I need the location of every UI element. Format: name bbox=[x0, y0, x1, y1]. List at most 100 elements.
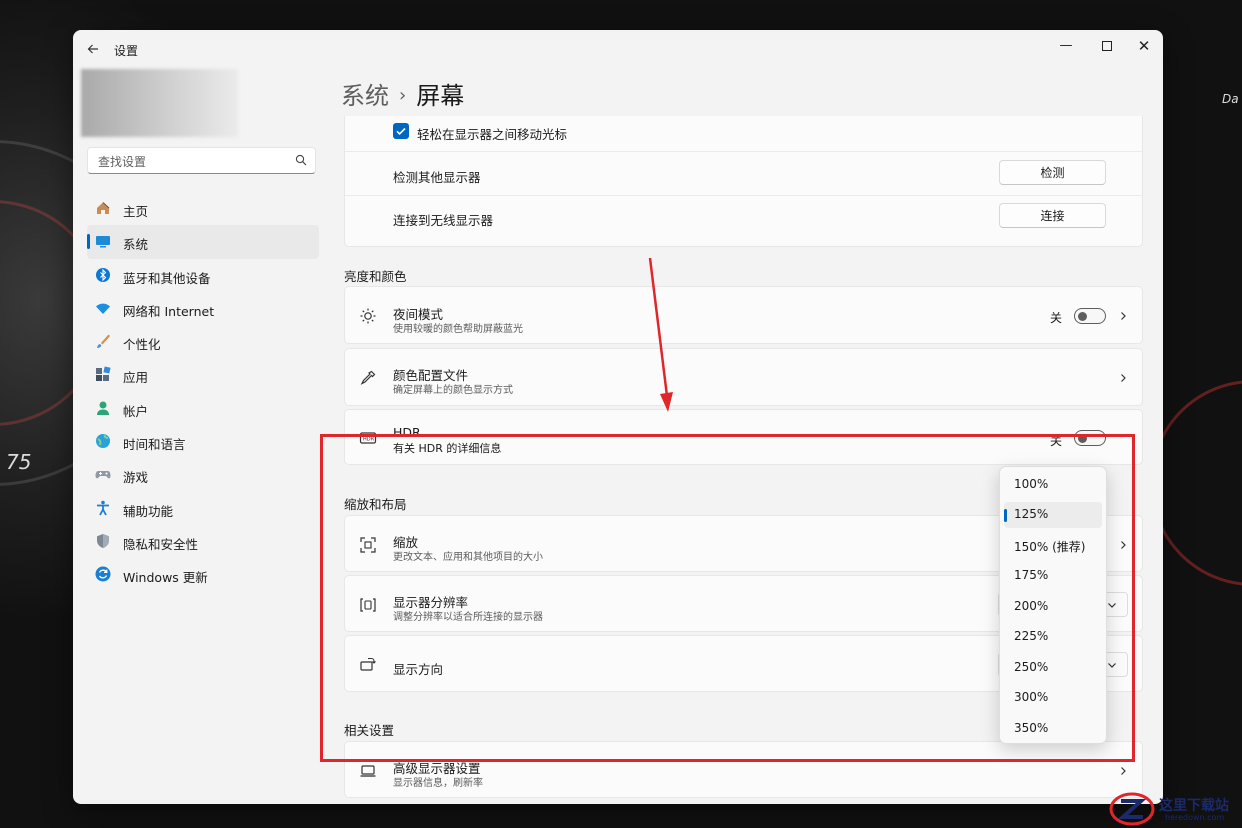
scale-option-label: 175% bbox=[1014, 568, 1049, 582]
back-button[interactable] bbox=[83, 39, 103, 59]
scale-option[interactable]: 200% bbox=[1004, 594, 1102, 620]
breadcrumb-parent[interactable]: 系统 bbox=[341, 82, 389, 110]
sidebar-item-label: 帐户 bbox=[123, 403, 149, 419]
scale-option[interactable]: 150% (推荐) bbox=[1004, 533, 1102, 559]
sidebar-item-label: 隐私和安全性 bbox=[123, 536, 199, 552]
scale-option-label: 225% bbox=[1014, 629, 1049, 643]
connect-button[interactable]: 连接 bbox=[999, 203, 1106, 228]
sidebar-item-system[interactable]: 系统 bbox=[87, 225, 319, 259]
scale-option[interactable]: 250% bbox=[1004, 655, 1102, 681]
close-button[interactable]: ✕ bbox=[1126, 34, 1162, 58]
night-light-row[interactable]: 夜间模式 使用较暖的颜色帮助屏蔽蓝光 关 bbox=[344, 286, 1143, 344]
hdr-description: 有关 HDR 的详细信息 bbox=[393, 442, 502, 455]
scale-option-label: 125% bbox=[1014, 507, 1049, 521]
site-watermark: 这里下载站 heredown.com bbox=[1107, 789, 1242, 828]
display-orientation-label: 显示方向 bbox=[393, 662, 444, 677]
scale-option-label: 300% bbox=[1014, 690, 1049, 704]
wallpaper-decor-text: 75 bbox=[6, 450, 32, 474]
chevron-right-icon bbox=[1121, 767, 1126, 775]
hdr-toggle[interactable] bbox=[1074, 430, 1106, 446]
chevron-right-icon bbox=[1121, 374, 1126, 382]
scale-option-selected[interactable]: 125% bbox=[1004, 502, 1102, 528]
search-icon bbox=[295, 154, 307, 166]
sidebar-item-bluetooth[interactable]: 蓝牙和其他设备 bbox=[87, 259, 319, 292]
sidebar-nav: 主页 系统 蓝牙和其他设备 网络和 Internet 个性化 应用 帐户 时间和… bbox=[87, 192, 319, 592]
sidebar-item-windows-update[interactable]: Windows 更新 bbox=[87, 558, 319, 591]
sidebar-item-privacy[interactable]: 隐私和安全性 bbox=[87, 525, 319, 558]
scale-option[interactable]: 300% bbox=[1004, 685, 1102, 711]
hdr-label: HDR bbox=[393, 425, 421, 440]
sidebar-item-gaming[interactable]: 游戏 bbox=[87, 458, 319, 491]
related-section-title: 相关设置 bbox=[344, 723, 395, 738]
checkmark-icon bbox=[396, 127, 406, 136]
color-profile-description: 确定屏幕上的颜色显示方式 bbox=[393, 385, 513, 396]
scale-option[interactable]: 350% bbox=[1004, 716, 1102, 742]
search-input[interactable] bbox=[96, 152, 290, 171]
sidebar-item-accounts[interactable]: 帐户 bbox=[87, 392, 319, 425]
maximize-button[interactable] bbox=[1089, 34, 1125, 58]
sidebar-item-label: 时间和语言 bbox=[123, 437, 186, 453]
sidebar-item-accessibility[interactable]: 辅助功能 bbox=[87, 492, 319, 525]
sidebar-item-label: 应用 bbox=[123, 370, 149, 386]
account-icon bbox=[97, 401, 109, 415]
move-cursor-label: 轻松在显示器之间移动光标 bbox=[417, 127, 568, 142]
display-resolution-description: 调整分辨率以适合所连接的显示器 bbox=[393, 612, 543, 623]
night-light-toggle[interactable] bbox=[1074, 308, 1106, 324]
move-cursor-checkbox[interactable] bbox=[393, 123, 409, 139]
chevron-right-icon bbox=[1121, 541, 1126, 549]
sidebar-item-time-language[interactable]: 时间和语言 bbox=[87, 425, 319, 458]
wifi-icon bbox=[96, 303, 110, 314]
night-light-description: 使用较暖的颜色帮助屏蔽蓝光 bbox=[393, 324, 523, 335]
scale-dropdown-menu: 100% 125% 150% (推荐) 175% 200% 225% 250% … bbox=[999, 466, 1107, 744]
orientation-icon bbox=[360, 657, 376, 671]
hdr-row[interactable]: HDR HDR 有关 HDR 的详细信息 关 bbox=[344, 409, 1143, 465]
row-divider bbox=[345, 195, 1142, 196]
app-title: 设置 bbox=[114, 44, 139, 58]
annotation-arrow bbox=[648, 257, 673, 412]
sidebar-item-label: 主页 bbox=[123, 204, 149, 219]
search-box[interactable] bbox=[87, 147, 316, 174]
bluetooth-icon bbox=[96, 267, 110, 282]
user-profile-blurred[interactable] bbox=[81, 69, 238, 137]
minimize-button[interactable]: — bbox=[1048, 34, 1084, 58]
watermark-text: 这里下载站 bbox=[1159, 798, 1229, 814]
row-divider bbox=[345, 151, 1142, 152]
scale-icon bbox=[360, 537, 376, 553]
sidebar-item-label: Windows 更新 bbox=[123, 570, 208, 586]
sidebar-item-label: 系统 bbox=[123, 237, 149, 253]
accessibility-icon bbox=[97, 500, 109, 516]
brush-icon bbox=[97, 334, 110, 349]
svg-text:HDR: HDR bbox=[363, 437, 375, 443]
watermark-logo-icon bbox=[1109, 792, 1155, 826]
sidebar-item-label: 个性化 bbox=[123, 337, 161, 353]
advanced-display-row[interactable]: 高级显示器设置 显示器信息，刷新率 bbox=[344, 741, 1143, 798]
sidebar-item-apps[interactable]: 应用 bbox=[87, 358, 319, 391]
wireless-display-label: 连接到无线显示器 bbox=[393, 213, 494, 228]
scale-option[interactable]: 175% bbox=[1004, 563, 1102, 589]
multiple-displays-card: 轻松在显示器之间移动光标 检测其他显示器 检测 连接到无线显示器 连接 bbox=[344, 116, 1143, 247]
laptop-display-icon bbox=[360, 765, 376, 777]
wallpaper-decor-text: Da bbox=[1222, 92, 1239, 106]
detect-button[interactable]: 检测 bbox=[999, 160, 1106, 185]
chevron-down-icon bbox=[1108, 663, 1116, 668]
resolution-icon bbox=[360, 598, 376, 612]
scale-option[interactable]: 225% bbox=[1004, 624, 1102, 650]
sidebar-item-label: 蓝牙和其他设备 bbox=[123, 270, 211, 286]
hdr-state: 关 bbox=[1049, 434, 1062, 448]
sidebar-item-label: 辅助功能 bbox=[123, 503, 174, 519]
color-profile-row[interactable]: 颜色配置文件 确定屏幕上的颜色显示方式 bbox=[344, 348, 1143, 406]
advanced-display-description: 显示器信息，刷新率 bbox=[393, 778, 483, 789]
scale-option-label: 250% bbox=[1014, 660, 1049, 674]
scale-option-label: 200% bbox=[1014, 599, 1049, 613]
sidebar-item-network[interactable]: 网络和 Internet bbox=[87, 292, 319, 325]
wallpaper-ring bbox=[1150, 380, 1242, 586]
scale-option[interactable]: 100% bbox=[1004, 472, 1102, 498]
eyedropper-icon bbox=[360, 370, 376, 385]
back-arrow-icon bbox=[87, 44, 98, 54]
breadcrumb-separator: › bbox=[399, 85, 407, 106]
scale-option-label: 150% (推荐) bbox=[1014, 540, 1086, 554]
sidebar-item-personalization[interactable]: 个性化 bbox=[87, 325, 319, 358]
sidebar-item-home[interactable]: 主页 bbox=[87, 192, 319, 225]
shield-icon bbox=[97, 533, 109, 548]
chevron-right-icon bbox=[1121, 312, 1126, 320]
